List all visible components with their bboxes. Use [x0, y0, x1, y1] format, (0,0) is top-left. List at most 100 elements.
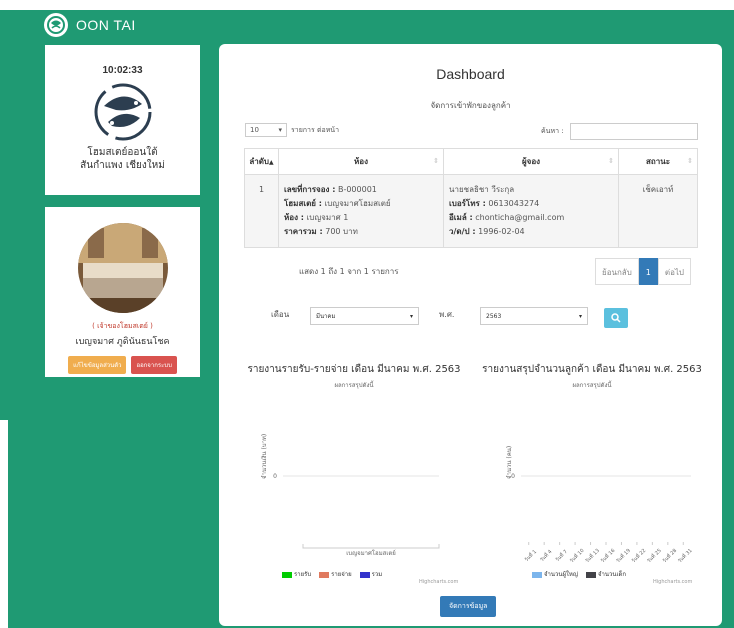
- x-tick-label: วันที่ 19: [615, 547, 632, 564]
- search-button[interactable]: [604, 308, 628, 328]
- x-tick-label: วันที่ 28: [661, 547, 678, 564]
- total-label: ราคารวม :: [284, 227, 323, 236]
- profile-card: ( เจ้าของโฮมสเตย์ ) เบญจมาศ ภูดินันธนโชค…: [45, 207, 200, 377]
- filter-month-select[interactable]: มีนาคม ▾: [310, 307, 419, 325]
- avatar: [77, 223, 168, 313]
- shop-name-line2: สันกำแพง เชียงใหม่: [80, 160, 165, 171]
- room: เบญจมาศ 1: [306, 213, 349, 222]
- x-tick-label: วันที่ 7: [554, 548, 569, 563]
- sort-icon: ⇕: [433, 157, 439, 165]
- customers-chart-legend: จำนวนผู้ใหญ่ จำนวนเด็ก: [532, 569, 626, 579]
- column-header-label: สถานะ: [646, 157, 670, 166]
- chevron-down-icon: ▾: [578, 312, 582, 320]
- search-input[interactable]: [569, 123, 698, 140]
- legend-item[interactable]: รายจ่าย: [319, 569, 352, 579]
- x-tick-label: วันที่ 22: [630, 547, 647, 564]
- edit-profile-button[interactable]: แก้ไขข้อมูลส่วนตัว: [68, 356, 127, 374]
- customer-name: นายชลธิชา วีระกุล: [449, 185, 515, 194]
- homestay-label: โฮมสเตย์ :: [284, 199, 322, 208]
- legend-item[interactable]: จำนวนผู้ใหญ่: [532, 569, 578, 579]
- x-tick-label: วันที่ 16: [599, 547, 616, 564]
- search-control: ค้นหา :: [541, 123, 698, 140]
- column-header-customer[interactable]: ผู้จอง ⇕: [443, 148, 619, 175]
- search-icon: [611, 313, 621, 323]
- manage-data-button[interactable]: จัดการข้อมูล: [440, 596, 497, 617]
- page-title: Dashboard: [436, 66, 505, 82]
- x-tick-label: วันที่ 4: [538, 548, 553, 563]
- column-header-label: ผู้จอง: [521, 157, 541, 166]
- legend-item[interactable]: รายรับ: [282, 569, 311, 579]
- column-header-status[interactable]: สถานะ ⇕: [618, 148, 698, 175]
- x-tick-label: วันที่ 1: [523, 548, 538, 563]
- column-header-index[interactable]: ลำดับ▲: [244, 148, 279, 175]
- left-green-strip: [0, 10, 8, 420]
- legend-label: จำนวนผู้ใหญ่: [544, 571, 578, 578]
- pagination-prev[interactable]: ย้อนกลับ: [595, 258, 639, 285]
- pagination: ย้อนกลับ 1 ต่อไป: [595, 258, 691, 285]
- shop-name-line1: โฮมสเตย์ออนใต้: [87, 147, 158, 158]
- page-length-value: 10: [250, 126, 259, 134]
- main-panel: Dashboard จัดการเข้าพักของลูกค้า 10 ▾ ราย…: [219, 44, 722, 626]
- x-tick-label: เบญจมาศโฮมสเตย์: [346, 549, 396, 557]
- cell-index: 1: [244, 174, 279, 248]
- income-chart-subtitle: ผลการสรุปดังนี้: [334, 382, 374, 389]
- sort-asc-icon: ▲: [269, 159, 274, 166]
- customers-chart-credit: Highcharts.com: [653, 579, 693, 585]
- filter-year-value: 2563: [486, 312, 502, 320]
- dob-label: ว/ด/ป :: [449, 227, 476, 236]
- booking-no: B-000001: [337, 185, 377, 194]
- brand-logo-icon[interactable]: [44, 13, 68, 37]
- x-tick-label: วันที่ 31: [676, 547, 693, 564]
- customers-chart-plot: 0วันที่ 1 วันที่ 4 วันที่ 7 วันที่ 10วันที่…: [511, 473, 694, 564]
- x-tick-label: วันที่ 10: [568, 547, 585, 564]
- room-label: ห้อง :: [284, 213, 304, 222]
- x-tick-label: วันที่ 13: [584, 547, 601, 564]
- booking-no-label: เลขที่การจอง :: [284, 185, 336, 194]
- income-chart: รายงานรายรับ-รายจ่าย เดือน มีนาคม พ.ศ. 2…: [239, 364, 469, 594]
- customers-chart-subtitle: ผลการสรุปดังนี้: [572, 382, 612, 389]
- bookings-table: ลำดับ▲ ห้อง ⇕ ผู้จอง ⇕ สถานะ ⇕ 1 เลขที่การจ…: [244, 148, 698, 248]
- phone: 0613043274: [488, 199, 540, 208]
- chevron-down-icon: ▾: [409, 312, 413, 320]
- logout-button[interactable]: ออกจากระบบ: [131, 356, 177, 374]
- table-row[interactable]: 1 เลขที่การจอง : B-000001 โฮมสเตย์ : เบญ…: [244, 174, 698, 248]
- x-tick-label: วันที่ 25: [645, 547, 662, 564]
- chevron-down-icon: ▾: [278, 126, 282, 134]
- email: chonticha@gmail.com: [475, 213, 565, 222]
- cell-customer: นายชลธิชา วีระกุล เบอร์โทร : 0613043274 …: [443, 174, 619, 248]
- legend-label: รายจ่าย: [331, 571, 352, 578]
- income-chart-credit: Highcharts.com: [419, 579, 459, 585]
- income-chart-plot: 0 เบญจมาศโฮมสเตย์: [273, 473, 440, 557]
- phone-label: เบอร์โทร :: [449, 199, 486, 208]
- page-length-control: 10 ▾ รายการ ต่อหน้า: [245, 123, 339, 137]
- pagination-next[interactable]: ต่อไป: [657, 258, 691, 285]
- homestay: เบญจมาศโฮมสเตย์: [324, 199, 391, 208]
- dob: 1996-02-04: [478, 227, 525, 236]
- legend-label: รายรับ: [294, 571, 312, 578]
- customers-chart-title: รายงานสรุปจำนวนลูกค้า เดือน มีนาคม พ.ศ. …: [482, 364, 702, 375]
- filter-year-select[interactable]: 2563 ▾: [480, 307, 588, 325]
- y-tick-label: 0: [273, 473, 277, 480]
- cell-status: เช็คเอาท์: [618, 174, 698, 248]
- page-length-select[interactable]: 10 ▾: [245, 123, 287, 137]
- top-bar: OON TAI: [44, 12, 136, 38]
- x-axis-line: [302, 544, 440, 549]
- cell-room: เลขที่การจอง : B-000001 โฮมสเตย์ : เบญจม…: [278, 174, 444, 248]
- table-info: แสดง 1 ถึง 1 จาก 1 รายการ: [299, 267, 399, 276]
- pagination-page-1[interactable]: 1: [638, 258, 658, 285]
- owner-name: เบญจมาศ ภูดินันธนโชค: [75, 337, 170, 347]
- legend-item[interactable]: จำนวนเด็ก: [585, 569, 627, 579]
- total: 700 บาท: [325, 227, 358, 236]
- brand-name[interactable]: OON TAI: [76, 17, 136, 33]
- sort-icon: ⇕: [608, 157, 614, 165]
- income-chart-legend: รายรับ รายจ่าย รวม: [282, 569, 382, 579]
- legend-label: จำนวนเด็ก: [597, 571, 627, 578]
- email-label: อีเมล์ :: [449, 213, 473, 222]
- page-length-suffix: รายการ ต่อหน้า: [291, 125, 340, 134]
- sort-icon: ⇕: [687, 157, 693, 165]
- legend-item[interactable]: รวม: [359, 569, 382, 579]
- column-header-room[interactable]: ห้อง ⇕: [278, 148, 444, 175]
- filter-month-value: มีนาคม: [316, 313, 336, 320]
- filter-year-label: พ.ศ.: [439, 310, 455, 319]
- shop-logo-icon: [90, 82, 156, 142]
